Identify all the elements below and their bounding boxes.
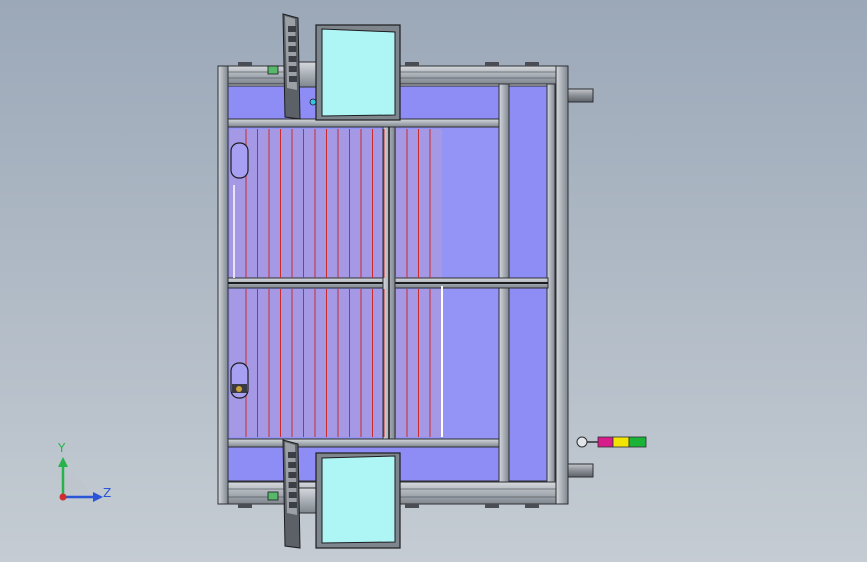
top-operator-station[interactable] <box>267 13 401 121</box>
cylinder-top <box>567 88 594 103</box>
monitor-top-screen <box>321 28 396 117</box>
tower-base <box>576 436 588 448</box>
light-curtain-zone-lower <box>230 289 442 437</box>
monitor-bracket-top <box>297 61 319 88</box>
cad-model-view[interactable] <box>0 0 867 562</box>
pendant-key[interactable] <box>288 36 297 42</box>
frame-right-post-outer <box>555 65 569 505</box>
bottom-operator-station[interactable] <box>267 439 401 549</box>
axis-label-z: Z <box>103 486 112 500</box>
pendant-key[interactable] <box>289 76 297 82</box>
pendant-key[interactable] <box>288 56 297 62</box>
cad-viewport[interactable]: Y Z <box>0 0 867 562</box>
light-curtain-zone-upper <box>230 129 442 278</box>
cylinder-bottom <box>567 463 594 478</box>
monitor-bottom-screen <box>321 455 396 544</box>
pendant-key[interactable] <box>288 46 297 52</box>
axis-label-y: Y <box>58 441 66 455</box>
pendant-key[interactable] <box>288 26 296 32</box>
tower-segment-green <box>628 436 647 448</box>
tower-segment-yellow <box>612 436 630 448</box>
pendant-key[interactable] <box>289 502 297 508</box>
tower-segment-magenta <box>597 436 614 448</box>
panel-right-upper <box>508 85 548 280</box>
pendant-key[interactable] <box>288 472 297 478</box>
pendant-key[interactable] <box>288 482 297 488</box>
frame-inner-bar-bottom <box>227 438 500 448</box>
oval-cutout-top <box>230 142 249 179</box>
indicator-dot-top <box>309 98 317 106</box>
sensor-lens <box>236 386 242 392</box>
pendant-key[interactable] <box>288 452 296 458</box>
frame-left-post <box>217 65 229 505</box>
pendant-key[interactable] <box>288 462 297 468</box>
pendant-key[interactable] <box>288 492 297 498</box>
monitor-bracket-bottom <box>297 487 319 514</box>
panel-right-lower <box>508 286 548 482</box>
pendant-key[interactable] <box>288 66 297 72</box>
